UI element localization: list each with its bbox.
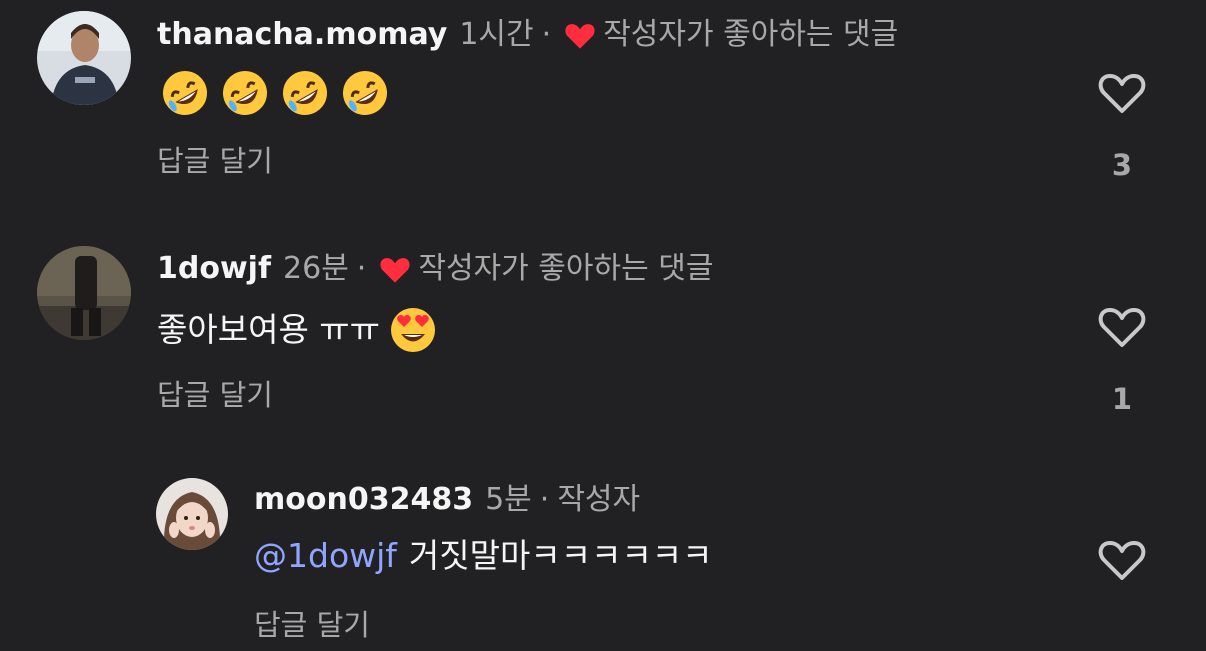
username[interactable]: thanacha.momay	[157, 15, 447, 55]
comment-meta: moon032483 5분 · 작성자	[254, 480, 640, 520]
author-label: 작성자	[557, 482, 641, 517]
avatar[interactable]	[37, 246, 131, 340]
reply-button[interactable]: 답글 달기	[157, 376, 273, 414]
avatar[interactable]	[156, 478, 228, 550]
separator: ·	[539, 482, 550, 517]
comment-body	[160, 68, 400, 118]
comment-body: 좋아보여용 ㅠㅠ	[157, 305, 448, 355]
username[interactable]: 1dowjf	[157, 249, 271, 289]
comment-text: 거짓말마ㅋㅋㅋㅋㅋㅋ	[408, 536, 713, 575]
like-count: 1	[1111, 382, 1133, 416]
username[interactable]: moon032483	[254, 480, 473, 520]
reply-button[interactable]: 답글 달기	[157, 142, 273, 180]
heart-outline-icon[interactable]	[1097, 538, 1147, 582]
rolling-laughing-emoji-icon	[343, 71, 387, 115]
heart-outline-icon[interactable]	[1097, 71, 1147, 115]
reply-button[interactable]: 답글 달기	[254, 606, 370, 644]
creator-heart-icon	[565, 24, 595, 49]
heart-eyes-emoji-icon	[391, 308, 436, 352]
timestamp: 5분	[485, 482, 532, 517]
rolling-laughing-emoji-icon	[223, 71, 267, 115]
separator: ·	[356, 251, 367, 286]
like-count: 3	[1111, 148, 1133, 182]
creator-liked-label: 작성자가 좋아하는 댓글	[603, 17, 899, 52]
creator-heart-icon	[380, 258, 410, 283]
comment-text: 좋아보여용 ㅠㅠ	[157, 310, 381, 349]
mention-link[interactable]: @1dowjf	[254, 534, 397, 578]
rolling-laughing-emoji-icon	[283, 71, 327, 115]
rolling-laughing-emoji-icon	[163, 71, 207, 115]
timestamp: 1시간	[459, 17, 534, 52]
heart-outline-icon[interactable]	[1097, 305, 1147, 349]
creator-liked-label: 작성자가 좋아하는 댓글	[418, 251, 714, 286]
avatar[interactable]	[37, 11, 131, 105]
comment-body: @1dowjf 거짓말마ㅋㅋㅋㅋㅋㅋ	[254, 534, 713, 578]
comment-meta: 1dowjf 26분 · 작성자가 좋아하는 댓글	[157, 249, 713, 289]
separator: ·	[541, 17, 552, 52]
comment-meta: thanacha.momay 1시간 · 작성자가 좋아하는 댓글	[157, 15, 898, 55]
timestamp: 26분	[283, 251, 349, 286]
